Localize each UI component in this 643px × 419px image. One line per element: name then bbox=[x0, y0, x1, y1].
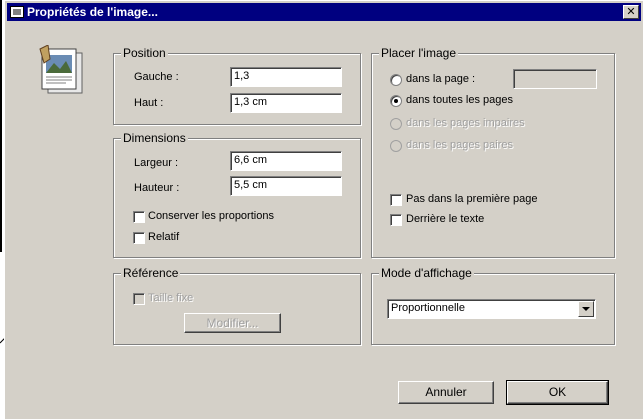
keep-ratio-label[interactable]: Conserver les proportions bbox=[148, 210, 274, 222]
background-edge bbox=[0, 0, 2, 252]
left-input[interactable]: 1,3 bbox=[230, 67, 342, 87]
left-label: Gauche : bbox=[134, 71, 179, 83]
image-properties-icon bbox=[39, 45, 83, 94]
on-page-label[interactable]: dans la page : bbox=[406, 73, 475, 85]
keep-ratio-checkbox[interactable] bbox=[133, 211, 145, 223]
display-mode-legend: Mode d'affichage bbox=[379, 266, 474, 280]
dimensions-legend: Dimensions bbox=[121, 131, 188, 145]
modify-button[interactable]: Modifier... bbox=[184, 313, 281, 333]
height-input[interactable]: 5,5 cm bbox=[230, 176, 342, 196]
relative-checkbox[interactable] bbox=[133, 232, 145, 244]
position-group: Position bbox=[113, 46, 361, 125]
reference-group: Référence bbox=[113, 266, 361, 345]
not-first-page-checkbox[interactable] bbox=[390, 194, 402, 206]
window-title: Propriétés de l'image... bbox=[27, 5, 158, 19]
position-legend: Position bbox=[121, 46, 168, 60]
even-pages-label: dans les pages paires bbox=[406, 139, 514, 151]
width-label: Largeur : bbox=[134, 157, 179, 169]
title-bar[interactable]: Propriétés de l'image... ✕ bbox=[7, 3, 641, 21]
top-input[interactable]: 1,3 cm bbox=[230, 93, 342, 113]
placement-legend: Placer l'image bbox=[379, 46, 458, 60]
height-label: Hauteur : bbox=[134, 182, 180, 194]
image-properties-dialog: Propriétés de l'image... ✕ Position Gauc… bbox=[4, 0, 643, 419]
cancel-button[interactable]: Annuler bbox=[398, 381, 494, 404]
odd-pages-label: dans les pages impaires bbox=[406, 117, 525, 129]
all-pages-radio[interactable] bbox=[390, 95, 402, 107]
fixed-size-label: Taille fixe bbox=[148, 292, 194, 304]
odd-pages-radio[interactable] bbox=[390, 118, 402, 130]
display-mode-value: Proportionnelle bbox=[391, 302, 465, 314]
width-input[interactable]: 6,6 cm bbox=[230, 151, 342, 171]
relative-label[interactable]: Relatif bbox=[148, 231, 179, 243]
reference-legend: Référence bbox=[121, 266, 181, 280]
not-first-page-label[interactable]: Pas dans la première page bbox=[406, 193, 537, 205]
ok-button[interactable]: OK bbox=[506, 380, 609, 405]
behind-text-checkbox[interactable] bbox=[390, 214, 402, 226]
behind-text-label[interactable]: Derrière le texte bbox=[406, 213, 484, 225]
all-pages-label[interactable]: dans toutes les pages bbox=[406, 94, 513, 106]
fixed-size-checkbox[interactable] bbox=[133, 293, 145, 305]
display-mode-select[interactable]: Proportionnelle bbox=[387, 299, 596, 319]
window-app-icon bbox=[10, 6, 24, 18]
close-icon[interactable]: ✕ bbox=[623, 5, 639, 19]
top-label: Haut : bbox=[134, 97, 164, 109]
on-page-input[interactable] bbox=[513, 69, 597, 89]
dropdown-arrow-icon[interactable] bbox=[578, 301, 594, 317]
even-pages-radio[interactable] bbox=[390, 140, 402, 152]
on-page-radio[interactable] bbox=[390, 74, 402, 86]
